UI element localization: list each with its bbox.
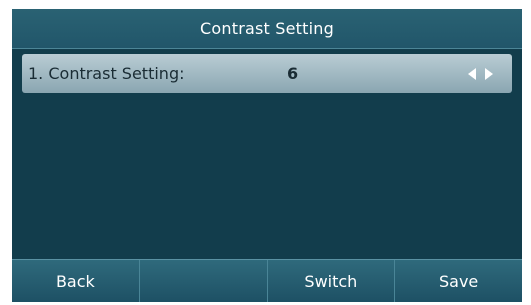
switch-softkey[interactable]: Switch [268,260,396,302]
page-title: Contrast Setting [200,19,334,38]
contrast-setting-label: 1. Contrast Setting: [28,64,185,83]
phone-screen: Contrast Setting 1. Contrast Setting: 6 … [12,9,522,302]
empty-softkey[interactable] [140,260,268,302]
arrow-left-icon[interactable] [465,54,479,93]
back-softkey[interactable]: Back [12,260,140,302]
settings-list: 1. Contrast Setting: 6 [12,49,522,259]
contrast-setting-row[interactable]: 1. Contrast Setting: 6 [22,54,512,93]
arrow-right-icon[interactable] [482,54,496,93]
softkey-bar: Back Switch Save [12,259,522,302]
title-bar: Contrast Setting [12,9,522,49]
contrast-setting-value: 6 [287,64,299,83]
save-softkey[interactable]: Save [395,260,522,302]
